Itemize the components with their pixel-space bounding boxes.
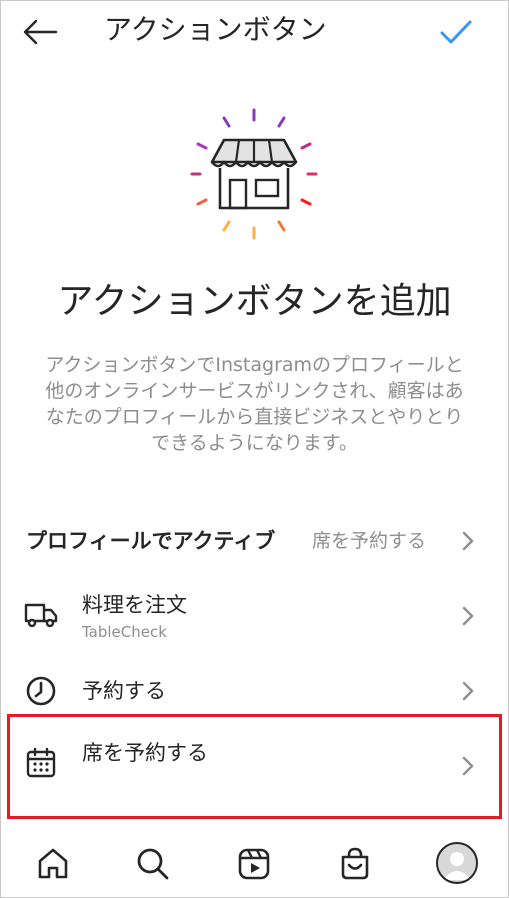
reels-icon[interactable] bbox=[234, 844, 274, 884]
home-icon[interactable] bbox=[33, 844, 73, 884]
calendar-icon bbox=[24, 746, 58, 780]
arrow-left-icon bbox=[23, 19, 58, 45]
option-book-table[interactable]: 席を予約する bbox=[0, 714, 509, 818]
shop-icon[interactable] bbox=[335, 844, 375, 884]
clock-icon bbox=[24, 674, 58, 708]
hero-title: アクションボタンを追加 bbox=[57, 281, 452, 322]
active-on-profile-value: 席を予約する bbox=[312, 530, 427, 552]
search-icon[interactable] bbox=[133, 844, 173, 884]
profile-avatar[interactable] bbox=[436, 842, 478, 884]
checkmark-icon bbox=[440, 20, 472, 44]
active-on-profile-row[interactable]: プロフィールでアクティブ 席を予約する bbox=[0, 516, 509, 568]
option-label: 予約する bbox=[82, 679, 166, 703]
back-button[interactable] bbox=[20, 14, 60, 50]
header: アクションボタン bbox=[0, 0, 509, 64]
option-provider: TableCheck bbox=[82, 623, 167, 641]
bottom-nav bbox=[0, 830, 509, 898]
chevron-right-icon bbox=[458, 531, 478, 551]
option-label: 料理を注文 bbox=[82, 593, 187, 617]
option-label: 席を予約する bbox=[82, 741, 208, 765]
active-on-profile-label: プロフィールでアクティブ bbox=[26, 529, 276, 553]
hero-description: アクションボタンでInstagramのプロフィールと他のオンラインサービスがリン… bbox=[45, 354, 464, 454]
chevron-right-icon bbox=[458, 606, 478, 626]
done-button[interactable] bbox=[436, 14, 476, 50]
option-order-food[interactable]: 料理を注文 TableCheck bbox=[0, 584, 509, 648]
storefront-icon bbox=[184, 104, 324, 244]
delivery-truck-icon bbox=[24, 598, 58, 632]
option-reserve[interactable]: 予約する bbox=[0, 666, 509, 716]
chevron-right-icon bbox=[458, 756, 478, 776]
page-title: アクションボタン bbox=[104, 13, 327, 46]
chevron-right-icon bbox=[458, 681, 478, 701]
